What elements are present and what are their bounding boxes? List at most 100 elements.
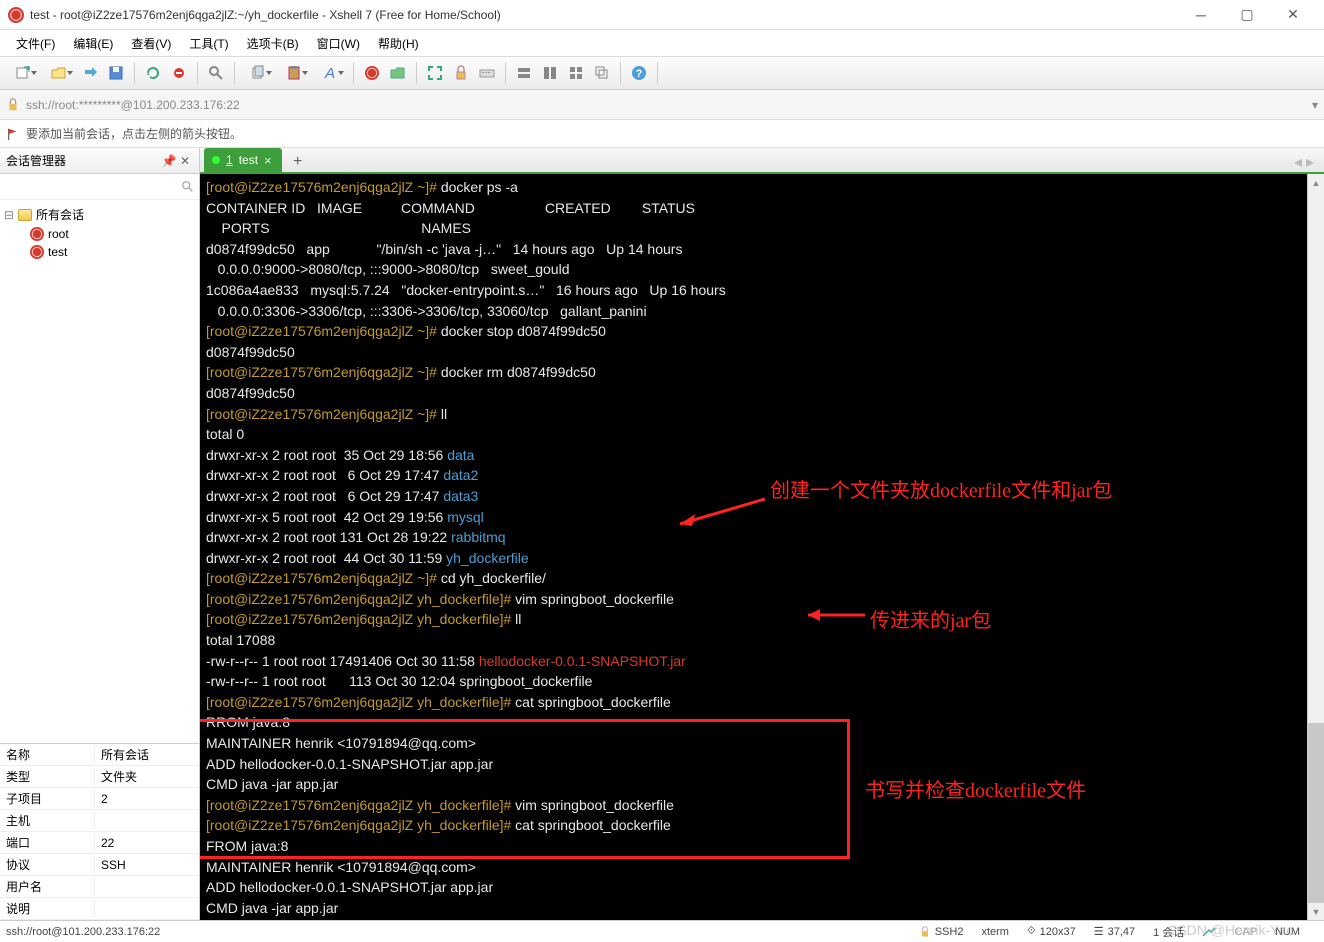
xftp-button[interactable] <box>386 61 410 85</box>
open-button[interactable] <box>42 61 76 85</box>
tabstrip: 1 test × + ◂ ▸ <box>200 148 1324 174</box>
tab-test[interactable]: 1 test × <box>204 148 282 172</box>
status-term: xterm <box>981 926 1009 938</box>
flag-icon <box>6 127 20 141</box>
lock-button[interactable] <box>449 61 473 85</box>
tipbar: 要添加当前会话，点击左侧的箭头按钮。 <box>0 120 1324 148</box>
transfer-button[interactable] <box>78 61 102 85</box>
property-grid: 名称 所有会话 类型文件夹 子项目2 主机 端口22 协议SSH 用户名 说明 <box>0 743 199 920</box>
terminal[interactable]: [root@iZ2ze17576m2enj6qga2jlZ ~]# docker… <box>200 174 1324 920</box>
disconnect-button[interactable] <box>167 61 191 85</box>
menu-edit[interactable]: 编辑(E) <box>65 31 121 56</box>
prop-value: 文件夹 <box>95 768 199 785</box>
tile-grid-button[interactable] <box>564 61 588 85</box>
session-manager: 会话管理器 📌 ✕ ⊟ 所有会话 root test <box>0 148 200 920</box>
menu-file[interactable]: 文件(F) <box>8 31 63 56</box>
tree-item-root[interactable]: root <box>4 225 195 243</box>
keyboard-button[interactable] <box>475 61 499 85</box>
tree-item-label: root <box>48 227 69 241</box>
sidebar-search <box>0 174 199 200</box>
address-dropdown-icon[interactable]: ▾ <box>1312 98 1318 112</box>
search-button[interactable] <box>204 61 228 85</box>
sidebar-title: 会话管理器 <box>6 152 66 169</box>
status-num: NUM <box>1275 926 1300 938</box>
status-position: ☰ 37,47 <box>1094 925 1135 938</box>
tree-root[interactable]: ⊟ 所有会话 <box>4 204 195 225</box>
tree-item-test[interactable]: test <box>4 243 195 261</box>
copy-button[interactable] <box>241 61 275 85</box>
statusbar: ssh://root@101.200.233.176:22 SSH2 xterm… <box>0 920 1324 942</box>
prop-value: SSH <box>95 858 199 872</box>
status-sessions: 1 会话 <box>1153 924 1184 940</box>
prop-label: 端口 <box>0 834 95 851</box>
scrollbar-vertical[interactable]: ▲ ▼ <box>1307 174 1324 920</box>
addressbar[interactable]: ssh://root:*********@101.200.233.176:22 … <box>0 90 1324 120</box>
menu-tab[interactable]: 选项卡(B) <box>239 31 307 56</box>
fullscreen-button[interactable] <box>423 61 447 85</box>
status-conn-icon <box>1202 927 1216 937</box>
search-input[interactable] <box>4 177 181 197</box>
maximize-button[interactable]: ▢ <box>1224 0 1270 30</box>
prop-header-value: 所有会话 <box>95 746 199 763</box>
tree-item-label: test <box>48 245 67 259</box>
reconnect-button[interactable] <box>141 61 165 85</box>
status-size: ⟐ 120x37 <box>1027 925 1076 938</box>
search-icon[interactable] <box>181 180 195 194</box>
paste-button[interactable] <box>277 61 311 85</box>
xagent-button[interactable] <box>360 61 384 85</box>
session-icon <box>30 227 44 241</box>
session-icon <box>30 245 44 259</box>
new-session-button[interactable] <box>6 61 40 85</box>
pin-icon[interactable]: 📌 <box>161 154 177 168</box>
scroll-up-icon[interactable]: ▲ <box>1308 174 1324 191</box>
tab-add-button[interactable]: + <box>288 152 308 172</box>
svg-text:?: ? <box>636 68 643 80</box>
menu-view[interactable]: 查看(V) <box>123 31 179 56</box>
prop-label: 类型 <box>0 768 95 785</box>
close-panel-icon[interactable]: ✕ <box>177 154 193 168</box>
tab-index: 1 <box>226 153 233 167</box>
tree-root-label: 所有会话 <box>36 206 84 223</box>
prop-label: 用户名 <box>0 878 95 895</box>
status-address: ssh://root@101.200.233.176:22 <box>6 926 160 938</box>
status-ssh: SSH2 <box>919 926 964 938</box>
menu-window[interactable]: 窗口(W) <box>309 31 368 56</box>
save-button[interactable] <box>104 61 128 85</box>
expander-icon[interactable]: ⊟ <box>4 208 14 222</box>
tip-text: 要添加当前会话，点击左侧的箭头按钮。 <box>26 125 242 142</box>
tile-v-button[interactable] <box>538 61 562 85</box>
toolbar: A ? <box>0 56 1324 90</box>
minimize-button[interactable]: ─ <box>1178 0 1224 30</box>
address-text: ssh://root:*********@101.200.233.176:22 <box>26 98 240 112</box>
tab-nav: ◂ ▸ <box>1294 152 1320 172</box>
menubar: 文件(F) 编辑(E) 查看(V) 工具(T) 选项卡(B) 窗口(W) 帮助(… <box>0 30 1324 56</box>
scrollbar-thumb[interactable] <box>1308 723 1324 903</box>
session-tree: ⊟ 所有会话 root test <box>0 200 199 743</box>
scroll-down-icon[interactable]: ▼ <box>1308 903 1324 920</box>
cascade-button[interactable] <box>590 61 614 85</box>
tab-close-icon[interactable]: × <box>264 153 272 168</box>
close-button[interactable]: ✕ <box>1270 0 1316 30</box>
prop-label: 说明 <box>0 900 95 917</box>
lock-icon <box>6 98 20 112</box>
prop-label: 主机 <box>0 812 95 829</box>
help-button[interactable]: ? <box>627 61 651 85</box>
menu-tools[interactable]: 工具(T) <box>181 31 236 56</box>
prop-label: 协议 <box>0 856 95 873</box>
status-dot-icon <box>212 156 220 164</box>
font-button[interactable]: A <box>313 61 347 85</box>
tile-h-button[interactable] <box>512 61 536 85</box>
titlebar: test - root@iZ2ze17576m2enj6qga2jlZ:~/yh… <box>0 0 1324 30</box>
window-title: test - root@iZ2ze17576m2enj6qga2jlZ:~/yh… <box>30 8 1178 22</box>
status-caps: CAP <box>1234 926 1257 938</box>
prop-value: 22 <box>95 836 199 850</box>
app-icon <box>8 7 24 23</box>
menu-help[interactable]: 帮助(H) <box>370 31 427 56</box>
prop-value: 2 <box>95 792 199 806</box>
tab-next-icon[interactable]: ▸ <box>1306 152 1314 172</box>
prop-label: 子项目 <box>0 790 95 807</box>
prop-header-name: 名称 <box>0 746 95 763</box>
sidebar-header: 会话管理器 📌 ✕ <box>0 148 199 174</box>
tab-label: test <box>239 153 258 167</box>
tab-prev-icon[interactable]: ◂ <box>1294 152 1302 172</box>
